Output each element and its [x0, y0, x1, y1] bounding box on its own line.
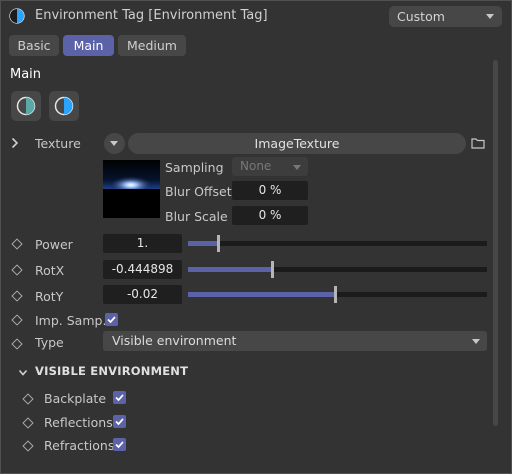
rotx-field[interactable]: -0.444898: [103, 260, 182, 279]
mode-button-2[interactable]: [49, 91, 79, 121]
slider-handle[interactable]: [333, 286, 337, 303]
blur-offset-label: Blur Offset: [165, 184, 232, 199]
visible-environment-title: VISIBLE ENVIRONMENT: [35, 364, 189, 378]
roty-field[interactable]: -0.02: [103, 285, 182, 304]
preset-dropdown[interactable]: Custom: [389, 6, 502, 27]
type-dropdown[interactable]: Visible environment: [103, 331, 487, 351]
expand-chevron-icon[interactable]: [11, 137, 19, 152]
refractions-label: Refractions: [44, 438, 115, 453]
panel-title: Environment Tag [Environment Tag]: [35, 8, 268, 23]
slider-handle[interactable]: [270, 261, 274, 278]
tab-medium[interactable]: Medium: [118, 35, 186, 56]
chevron-down-icon: [486, 14, 494, 19]
power-slider[interactable]: [188, 235, 487, 252]
power-field[interactable]: 1.: [103, 234, 182, 253]
folder-icon[interactable]: [471, 137, 485, 152]
roty-slider[interactable]: [188, 286, 487, 303]
mode-button-1[interactable]: [11, 91, 41, 121]
texture-thumbnail: [103, 160, 160, 218]
type-label: Type: [35, 335, 64, 350]
blur-scale-label: Blur Scale: [165, 209, 228, 224]
slider-fill: [188, 241, 218, 246]
slider-handle[interactable]: [216, 235, 220, 252]
rotx-slider[interactable]: [188, 261, 487, 278]
sampling-value: None: [240, 159, 272, 173]
tab-main[interactable]: Main: [63, 35, 114, 56]
slider-fill: [188, 267, 272, 272]
backplate-checkbox[interactable]: [113, 391, 126, 404]
section-title: Main: [10, 67, 42, 82]
imp-samp-checkbox[interactable]: [105, 313, 118, 326]
preset-value: Custom: [397, 9, 445, 24]
backplate-label: Backplate: [44, 391, 107, 406]
scrollbar[interactable]: [493, 60, 498, 426]
texture-field[interactable]: ImageTexture: [128, 133, 466, 154]
sampling-label: Sampling: [165, 160, 224, 175]
collapse-chevron-icon[interactable]: [18, 366, 28, 380]
chevron-down-icon: [110, 141, 118, 146]
texture-menu-button[interactable]: [104, 133, 125, 154]
chevron-down-icon: [293, 165, 301, 170]
reflections-label: Reflections: [44, 415, 113, 430]
type-value: Visible environment: [112, 333, 237, 348]
slider-fill: [188, 292, 335, 297]
reflections-checkbox[interactable]: [113, 415, 126, 428]
refractions-checkbox[interactable]: [113, 438, 126, 451]
imp-samp-label: Imp. Samp.: [35, 313, 107, 328]
environment-tag-icon: [9, 8, 25, 24]
texture-label: Texture: [35, 136, 81, 151]
power-label: Power: [35, 237, 73, 252]
chevron-down-icon: [472, 339, 480, 344]
roty-label: RotY: [35, 289, 64, 304]
blur-scale-field[interactable]: 0 %: [232, 206, 308, 225]
sampling-dropdown[interactable]: None: [232, 157, 308, 176]
tab-basic[interactable]: Basic: [9, 35, 59, 56]
rotx-label: RotX: [35, 263, 65, 278]
blur-offset-field[interactable]: 0 %: [232, 181, 308, 200]
